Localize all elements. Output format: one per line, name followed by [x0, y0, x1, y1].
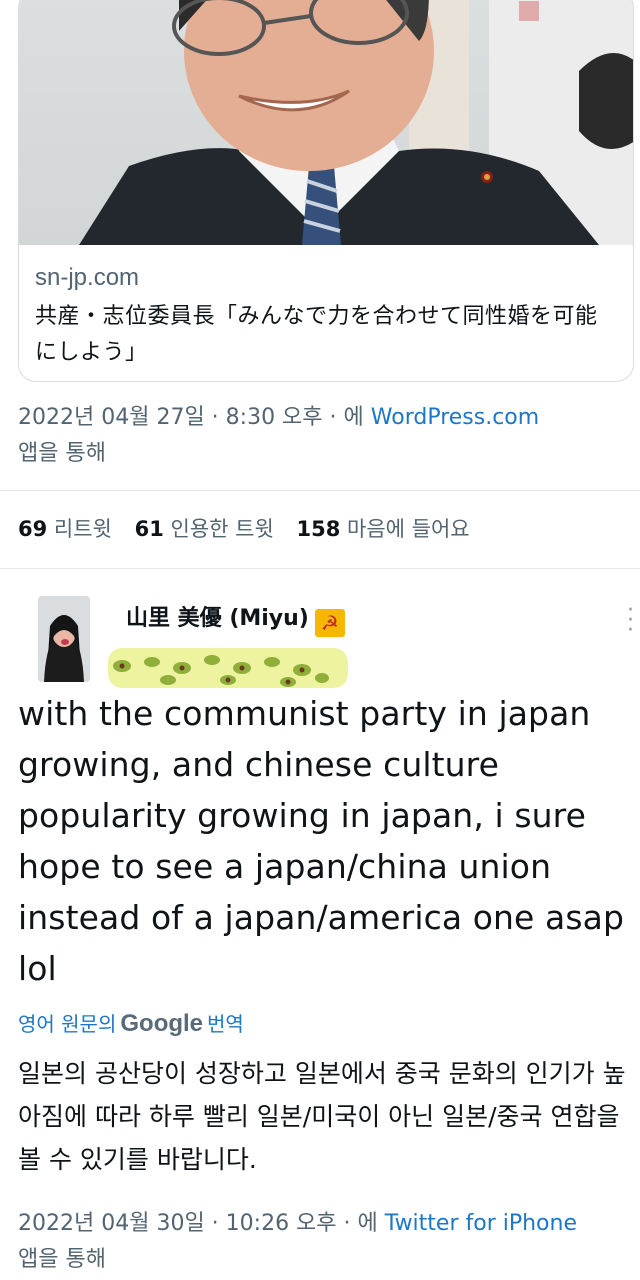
tweet-stats: 69 리트윗 61 인용한 트윗 158 마음에 들어요	[18, 513, 486, 543]
avatar[interactable]	[38, 596, 90, 682]
link-title: 共産・志位委員長「みんなで力を合わせて同性婚を可能にしよう」	[35, 304, 598, 365]
censor-pattern	[113, 655, 329, 687]
more-options-icon[interactable]: · · ·	[627, 600, 634, 642]
translate-attribution[interactable]: 영어 원문의 Google 번역	[18, 1008, 244, 1038]
censored-handle	[108, 648, 348, 688]
timestamp-text: 2022년 04월 27일 · 8:30 오후 · 에	[18, 405, 364, 430]
person-photo-illustration	[79, 0, 633, 245]
timestamp-text: 2022년 04월 30일 · 10:26 오후 · 에	[18, 1211, 378, 1236]
reply-text-translated: 일본의 공산당이 성장하고 일본에서 중국 문화의 인기가 높아짐에 따라 하루…	[18, 1059, 626, 1174]
article-photo	[19, 0, 633, 245]
divider	[0, 490, 640, 491]
reply-timestamp: 2022년 04월 30일 · 10:26 오후 · 에 Twitter for…	[18, 1206, 640, 1278]
translate-suffix: 번역	[207, 1012, 244, 1036]
avatar-image	[38, 596, 90, 682]
divider	[0, 568, 640, 569]
link-domain: sn-jp.com	[35, 264, 140, 291]
via-suffix: 앱을 통해	[18, 441, 106, 466]
source-app-link[interactable]: Twitter for iPhone	[385, 1211, 577, 1236]
reply-text-original: with the communist party in japan growin…	[18, 694, 625, 988]
like-count[interactable]: 158 마음에 들어요	[296, 517, 469, 541]
tweet-timestamp: 2022년 04월 27일 · 8:30 오후 · 에 WordPress.co…	[18, 400, 628, 472]
retweet-count[interactable]: 69 리트윗	[18, 517, 112, 541]
link-preview-card[interactable]: sn-jp.com 共産・志位委員長「みんなで力を合わせて同性婚を可能にしよう」	[18, 0, 634, 382]
via-suffix: 앱을 통해	[18, 1247, 106, 1272]
author-name[interactable]: 山里 美優 (Miyu) ☭	[126, 600, 345, 637]
google-logo: Google	[120, 1010, 204, 1037]
source-app-link[interactable]: WordPress.com	[371, 405, 539, 430]
quote-count[interactable]: 61 인용한 트윗	[135, 517, 274, 541]
translate-prefix: 영어 원문의	[18, 1012, 117, 1036]
hammer-sickle-flag-icon: ☭	[314, 609, 345, 637]
